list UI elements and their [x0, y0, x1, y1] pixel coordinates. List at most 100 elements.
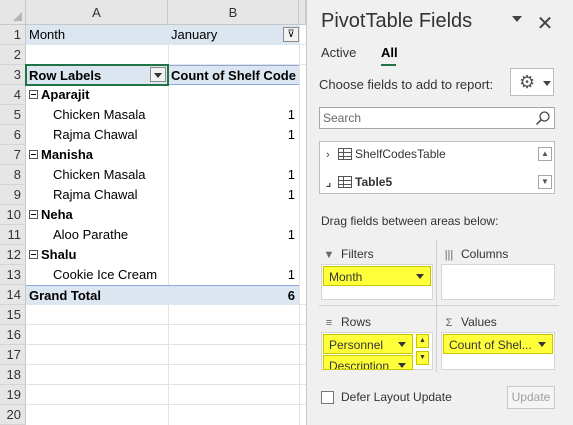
- gear-icon: ⚙: [519, 72, 536, 92]
- pivot-group-row[interactable]: Shalu: [26, 245, 168, 265]
- columns-icon: |||: [444, 249, 454, 261]
- column-header-a[interactable]: A: [26, 0, 168, 25]
- search-input[interactable]: [320, 108, 530, 128]
- pivot-row-label[interactable]: Chicken Masala: [26, 165, 168, 185]
- pivot-row-value[interactable]: 1: [168, 225, 299, 245]
- row-header[interactable]: 2: [0, 45, 26, 65]
- row-header[interactable]: 9: [0, 185, 26, 205]
- row-field-personnel[interactable]: Personnel: [323, 334, 413, 354]
- pivot-row-label: Aparajit: [41, 87, 90, 102]
- row-header[interactable]: 16: [0, 325, 26, 345]
- row-header[interactable]: 18: [0, 365, 26, 385]
- pane-options-chevron-icon[interactable]: [512, 16, 522, 22]
- expand-icon[interactable]: ›: [326, 145, 338, 165]
- defer-layout-label: Defer Layout Update: [341, 390, 452, 404]
- row-header[interactable]: 8: [0, 165, 26, 185]
- chip-label: Description: [329, 359, 390, 370]
- pivot-grand-total-value[interactable]: 6: [168, 285, 299, 305]
- pane-title: PivotTable Fields: [321, 10, 473, 32]
- pivot-row-label[interactable]: Aloo Parathe: [26, 225, 168, 245]
- pivot-row-value[interactable]: 1: [168, 105, 299, 125]
- column-header-b[interactable]: B: [168, 0, 299, 25]
- gridline: [299, 25, 300, 425]
- filter-field-month[interactable]: Month: [323, 266, 431, 286]
- row-header[interactable]: 15: [0, 305, 26, 325]
- column-header-c[interactable]: [299, 0, 306, 25]
- field-table-item[interactable]: › ShelfCodesTable: [326, 144, 446, 164]
- scroll-up-icon[interactable]: ▲: [416, 334, 429, 348]
- pivot-row-value[interactable]: [168, 245, 299, 265]
- pivot-row-label[interactable]: Chicken Masala: [26, 105, 168, 125]
- defer-layout-checkbox[interactable]: [321, 391, 334, 404]
- filter-funnel-icon[interactable]: ⊽: [283, 27, 299, 42]
- row-field-description[interactable]: Description: [323, 355, 413, 370]
- row-header[interactable]: 20: [0, 405, 26, 425]
- scroll-up-icon[interactable]: ▲: [538, 147, 552, 161]
- pivot-grand-total-label[interactable]: Grand Total: [26, 285, 168, 305]
- close-icon[interactable]: ✕: [535, 11, 555, 36]
- chevron-down-icon: [543, 81, 551, 86]
- pivot-row-value[interactable]: 1: [168, 185, 299, 205]
- area-divider: [319, 305, 559, 306]
- pivot-row-value[interactable]: 1: [168, 125, 299, 145]
- row-header[interactable]: 5: [0, 105, 26, 125]
- area-divider: [436, 240, 437, 372]
- row-header[interactable]: 11: [0, 225, 26, 245]
- tab-active[interactable]: Active: [321, 45, 356, 60]
- collapse-icon[interactable]: ⌟: [326, 173, 338, 193]
- columns-drop-zone[interactable]: [441, 264, 555, 300]
- gridline: [26, 404, 306, 405]
- field-table-item[interactable]: ⌟ Table5: [326, 172, 392, 192]
- rows-icon: ≡: [325, 317, 333, 329]
- row-header[interactable]: 10: [0, 205, 26, 225]
- row-header[interactable]: 13: [0, 265, 26, 285]
- collapse-icon[interactable]: [29, 90, 38, 100]
- collapse-icon[interactable]: [29, 150, 38, 160]
- spreadsheet-grid[interactable]: A B 1 2 3 4 5 6 7 8 9 10 11 12 13 14 15 …: [0, 0, 306, 425]
- pivot-group-row[interactable]: Aparajit: [26, 85, 168, 105]
- pivot-row-label[interactable]: Rajma Chawal: [26, 125, 168, 145]
- chip-label: Month: [329, 270, 363, 284]
- tab-selected-indicator: [381, 64, 396, 66]
- gridline: [26, 344, 306, 345]
- row-header[interactable]: 4: [0, 85, 26, 105]
- tools-button[interactable]: ⚙: [510, 68, 554, 96]
- pivot-row-value[interactable]: [168, 205, 299, 225]
- pivot-group-row[interactable]: Neha: [26, 205, 168, 225]
- pivot-value-header[interactable]: Count of Shelf Code: [168, 65, 299, 85]
- update-button[interactable]: Update: [507, 386, 555, 409]
- row-header[interactable]: 1: [0, 25, 26, 45]
- field-table-label: ShelfCodesTable: [355, 147, 446, 161]
- pivot-row-label[interactable]: Cookie Ice Cream: [26, 265, 168, 285]
- row-header[interactable]: 6: [0, 125, 26, 145]
- gridline: [26, 384, 306, 385]
- row-header[interactable]: 19: [0, 385, 26, 405]
- filter-icon: ▼: [323, 249, 335, 261]
- pivot-row-label: Shalu: [41, 247, 77, 262]
- value-field-count-of-shelf-code[interactable]: Count of Shel...: [443, 334, 553, 354]
- tab-all[interactable]: All: [381, 45, 398, 60]
- row-header[interactable]: 3: [0, 65, 26, 85]
- collapse-icon[interactable]: [29, 250, 38, 260]
- active-cell-cursor: [25, 64, 169, 86]
- row-header[interactable]: 7: [0, 145, 26, 165]
- select-all-corner[interactable]: [0, 0, 26, 25]
- pivot-row-value[interactable]: 1: [168, 265, 299, 285]
- pivot-row-value[interactable]: 1: [168, 165, 299, 185]
- search-icon[interactable]: [535, 110, 551, 126]
- pivot-row-value[interactable]: [168, 145, 299, 165]
- row-header[interactable]: 12: [0, 245, 26, 265]
- scroll-down-icon[interactable]: ▼: [416, 351, 429, 365]
- scroll-down-icon[interactable]: ▼: [538, 175, 552, 189]
- drag-fields-label: Drag fields between areas below:: [321, 214, 499, 228]
- search-box[interactable]: [319, 107, 555, 129]
- rows-area-title: ≡ Rows: [323, 315, 371, 329]
- pivot-group-row[interactable]: Manisha: [26, 145, 168, 165]
- collapse-icon[interactable]: [29, 210, 38, 220]
- pivot-filter-value-cell[interactable]: January: [168, 25, 299, 45]
- pivot-filter-field-cell[interactable]: Month: [26, 25, 168, 45]
- pivot-row-label[interactable]: Rajma Chawal: [26, 185, 168, 205]
- row-header[interactable]: 14: [0, 285, 26, 305]
- pivot-row-value[interactable]: [168, 85, 299, 105]
- row-header[interactable]: 17: [0, 345, 26, 365]
